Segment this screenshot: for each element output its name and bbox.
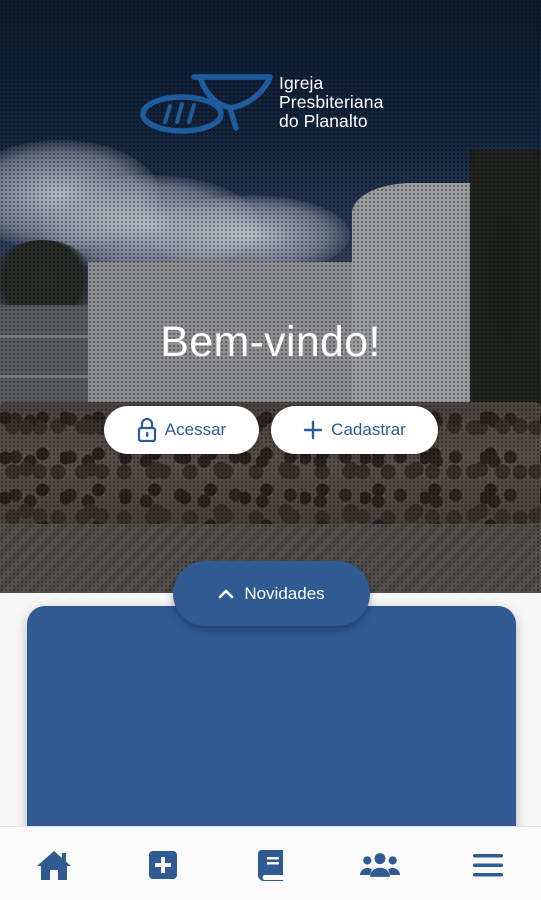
- nav-menu[interactable]: [468, 845, 508, 885]
- nav-bible[interactable]: [251, 845, 291, 885]
- nav-home[interactable]: [34, 845, 74, 885]
- hero-banner: Igreja Presbiteriana do Planalto Bem-vin…: [0, 0, 541, 593]
- nav-add[interactable]: [143, 845, 183, 885]
- plus-square-icon: [149, 851, 177, 879]
- menu-icon: [473, 854, 503, 877]
- lock-icon: [137, 418, 156, 442]
- chevron-up-icon: [219, 589, 234, 598]
- nav-community[interactable]: [360, 845, 400, 885]
- home-icon: [37, 851, 71, 880]
- logo-text: Igreja Presbiteriana do Planalto: [279, 74, 383, 131]
- users-icon: [360, 853, 400, 877]
- logo-line: Igreja: [279, 73, 324, 93]
- church-logo: Igreja Presbiteriana do Planalto: [140, 72, 410, 136]
- logo-line: do Planalto: [279, 111, 368, 131]
- access-button[interactable]: Acessar: [104, 406, 259, 454]
- book-icon: [257, 850, 283, 881]
- bottom-navigation: [0, 826, 541, 900]
- bread-and-cup-logo-icon: [140, 74, 273, 134]
- access-button-label: Acessar: [164, 420, 227, 439]
- welcome-heading: Bem-vindo!: [160, 318, 381, 366]
- news-panel: [27, 606, 516, 846]
- logo-line: Presbiteriana: [279, 92, 384, 112]
- news-tab-button[interactable]: Novidades: [173, 561, 370, 626]
- news-tab-label: Novidades: [244, 583, 325, 603]
- register-button-label: Cadastrar: [331, 420, 406, 439]
- register-button[interactable]: Cadastrar: [271, 406, 438, 454]
- plus-icon: [303, 420, 323, 440]
